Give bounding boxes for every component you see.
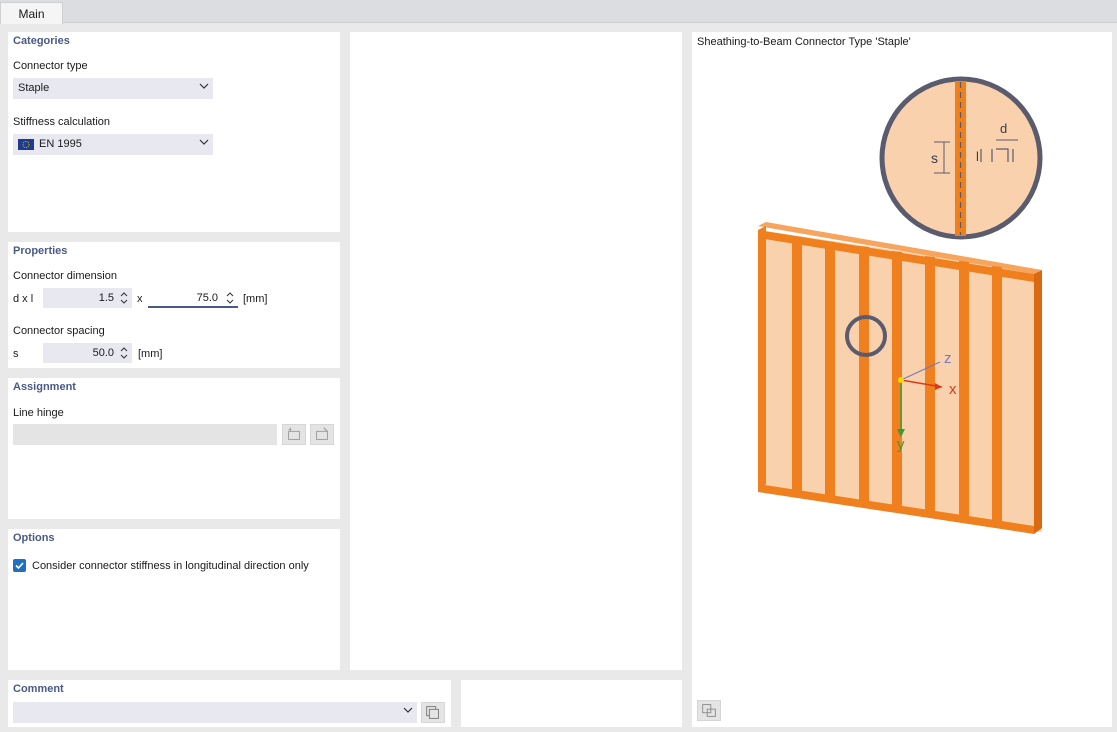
connector-type-value: Staple: [18, 82, 50, 94]
detail-label-l: l: [976, 149, 979, 164]
stiffness-calculation-select[interactable]: EN 1995: [13, 134, 213, 155]
spacing-unit: [mm]: [138, 348, 163, 360]
tab-bar: Main: [0, 0, 1117, 24]
options-title: Options: [13, 532, 55, 544]
comment-panel: Comment: [8, 680, 451, 727]
comment-input[interactable]: [13, 702, 417, 723]
connector-type-label: Connector type: [13, 60, 88, 72]
stiffness-calculation-label: Stiffness calculation: [13, 116, 111, 128]
spacing-value: 50.0: [92, 347, 114, 359]
comment-library-button[interactable]: [421, 702, 445, 723]
checkmark-icon: [15, 562, 24, 570]
spinner-arrows-icon[interactable]: [120, 290, 128, 306]
connector-illustration: x y z s l d: [758, 76, 1043, 534]
diameter-input[interactable]: 1.5: [43, 288, 132, 308]
axis-x-label: x: [949, 381, 957, 398]
dxl-symbol: d x l: [13, 293, 34, 305]
detail-label-s: s: [931, 150, 938, 166]
connector-type-select[interactable]: Staple: [13, 78, 213, 99]
eu-flag-icon: [18, 139, 34, 150]
axis-y-label: y: [897, 436, 905, 453]
copy-icon: [426, 706, 439, 719]
tab-main[interactable]: Main: [0, 2, 63, 24]
categories-title: Categories: [13, 35, 70, 47]
new-line-hinge-button[interactable]: [282, 424, 306, 445]
preview-options-button[interactable]: [697, 700, 721, 721]
line-hinge-input[interactable]: [13, 424, 277, 445]
preview-panel: Sheathing-to-Beam Connector Type 'Staple…: [692, 32, 1112, 727]
edit-line-hinge-button[interactable]: [310, 424, 334, 445]
categories-panel: Categories Connector type Staple Stiffne…: [8, 32, 340, 232]
length-value: 75.0: [196, 292, 218, 304]
view-settings-icon: [702, 704, 716, 717]
stiffness-only-checkbox[interactable]: [13, 559, 26, 572]
comment-title: Comment: [13, 683, 64, 695]
center-panel: [350, 32, 682, 670]
chevron-down-icon: [403, 707, 413, 713]
comment-side-panel: [461, 680, 682, 727]
diameter-value: 1.5: [98, 292, 114, 304]
options-panel: Options Consider connector stiffness in …: [8, 529, 340, 670]
dimension-unit: [mm]: [243, 293, 268, 305]
spacing-symbol: s: [13, 348, 19, 360]
spinner-arrows-icon[interactable]: [226, 290, 234, 306]
stiffness-calculation-value: EN 1995: [39, 138, 82, 150]
assignment-title: Assignment: [13, 381, 76, 393]
spacing-input[interactable]: 50.0: [43, 343, 132, 363]
spinner-arrows-icon[interactable]: [120, 345, 128, 361]
connector-dimension-label: Connector dimension: [13, 270, 117, 282]
properties-panel: Properties Connector dimension d x l 1.5…: [8, 242, 340, 368]
connector-spacing-label: Connector spacing: [13, 325, 105, 337]
axis-z-label: z: [944, 350, 952, 367]
detail-label-d: d: [1000, 121, 1007, 136]
edit-item-icon: [316, 427, 328, 440]
chevron-down-icon: [199, 83, 209, 89]
times-symbol: x: [137, 293, 143, 305]
properties-title: Properties: [13, 245, 68, 257]
new-item-icon: [288, 427, 300, 440]
chevron-down-icon: [199, 139, 209, 145]
stiffness-only-label: Consider connector stiffness in longitud…: [32, 560, 309, 572]
assignment-panel: Assignment Line hinge: [8, 378, 340, 519]
line-hinge-label: Line hinge: [13, 407, 64, 419]
length-input[interactable]: 75.0: [148, 288, 238, 308]
